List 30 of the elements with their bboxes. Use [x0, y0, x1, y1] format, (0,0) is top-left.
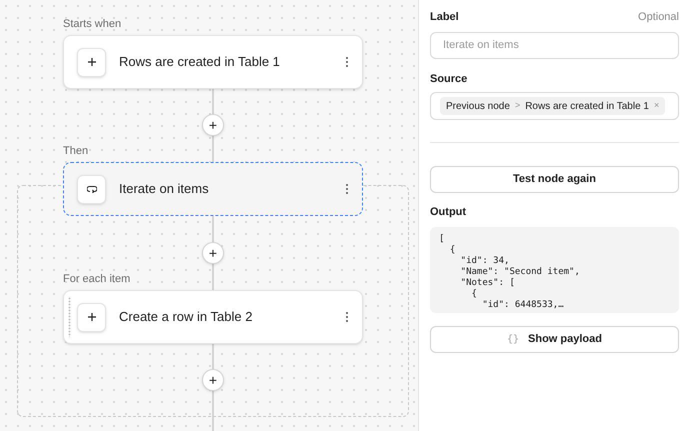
plus-icon [88, 58, 96, 66]
step-caption: For each item [63, 272, 130, 287]
field-label: Source [430, 72, 468, 86]
chip-text: Previous node [446, 100, 510, 114]
add-step-button[interactable]: + [202, 114, 224, 136]
output-code: [ { "id": 34, "Name": "Second item", "Notes": [ { "id": 6448533,… [430, 226, 679, 312]
optional-hint: Optional [638, 10, 679, 25]
field-label: Label [430, 10, 459, 25]
step-card[interactable]: Rows are created in Table 1 [63, 35, 363, 89]
show-payload-button[interactable]: {} Show payload [430, 326, 679, 352]
step-title: Rows are created in Table 1 [119, 53, 281, 72]
source-field[interactable]: Previous node > Rows are created in Table 1 × [430, 92, 679, 120]
test-node-button[interactable]: Test node again [430, 166, 679, 193]
drag-handle[interactable] [68, 297, 71, 337]
plus-icon [88, 313, 96, 321]
add-step-button[interactable]: + [202, 369, 224, 391]
label-input[interactable]: Iterate on items [430, 32, 679, 58]
step-caption: Then [63, 144, 88, 159]
loop-icon [86, 185, 96, 193]
output-label: Output [430, 205, 468, 220]
braces-icon: {} [506, 332, 520, 346]
add-step-button[interactable]: + [202, 242, 224, 264]
step-card[interactable]: Iterate on items [63, 162, 363, 216]
step-title: Create a row in Table 2 [119, 308, 254, 326]
chip-text: Rows are created in Table 1 [525, 100, 649, 114]
step-card[interactable]: Create a row in Table 2 [63, 290, 363, 344]
chevron-icon: > [514, 99, 520, 113]
source-chip[interactable]: Previous node > Rows are created in Table 1 × [440, 97, 666, 115]
step-title: Iterate on items [119, 180, 210, 198]
step-caption: Starts when [63, 17, 122, 32]
